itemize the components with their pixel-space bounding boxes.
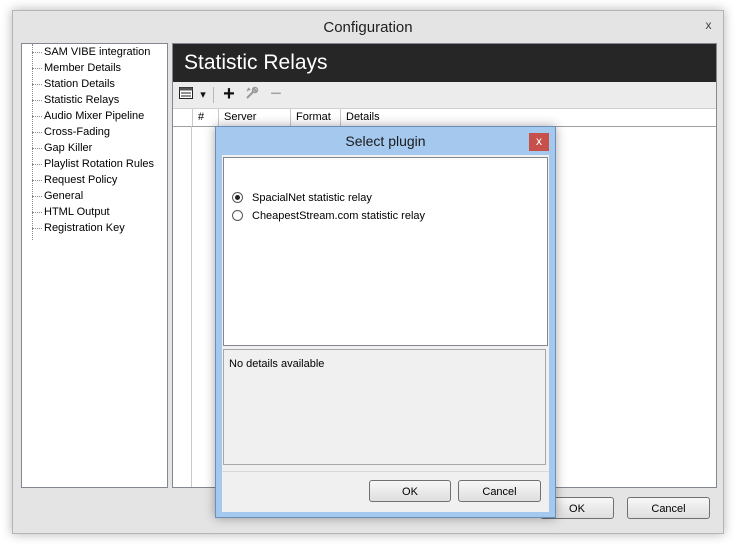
tree-item-general[interactable]: General [22, 188, 167, 204]
list-divider [191, 126, 192, 487]
tree-item-audio-mixer-pipeline[interactable]: Audio Mixer Pipeline [22, 108, 167, 124]
tree-item-html-output[interactable]: HTML Output [22, 204, 167, 220]
column-number[interactable]: # [193, 109, 219, 126]
tree-item-label: General [44, 190, 84, 202]
tree-item-registration-key[interactable]: Registration Key [22, 220, 167, 236]
dialog-ok-button[interactable]: OK [369, 480, 451, 502]
remove-relay-button[interactable]: − [267, 84, 285, 105]
tree-item-label: Audio Mixer Pipeline [44, 110, 145, 122]
dialog-footer: OK Cancel [222, 471, 549, 512]
tree-item-label: Registration Key [44, 222, 125, 234]
tree-item-statistic-relays[interactable]: Statistic Relays [22, 92, 167, 108]
column-server[interactable]: Server [219, 109, 291, 126]
tree-item-label: Gap Killer [44, 142, 93, 154]
relays-column-header: # Server Format Details [173, 109, 716, 127]
tree-item-label: SAM VIBE integration [44, 46, 151, 58]
cancel-button[interactable]: Cancel [627, 497, 710, 519]
column-details[interactable]: Details [341, 109, 716, 126]
plugin-option-label: CheapestStream.com statistic relay [252, 210, 426, 222]
dialog-title: Select plugin [345, 133, 426, 149]
tree-item-station-details[interactable]: Station Details [22, 76, 167, 92]
plugin-details: No details available [223, 349, 546, 465]
view-dropdown-button[interactable]: ▾ [197, 85, 209, 105]
dialog-close-button[interactable]: x [529, 133, 549, 151]
column-format[interactable]: Format [291, 109, 341, 126]
tree-item-label: Playlist Rotation Rules [44, 158, 155, 170]
panel-header: Statistic Relays [173, 44, 716, 82]
tree-item-playlist-rotation-rules[interactable]: Playlist Rotation Rules [22, 156, 167, 172]
tree-item-request-policy[interactable]: Request Policy [22, 172, 167, 188]
toolbar-separator [213, 87, 214, 103]
window-close-button[interactable]: x [700, 18, 717, 34]
plugin-list: SpacialNet statistic relay CheapestStrea… [223, 157, 548, 346]
tree-item-label: Station Details [44, 78, 115, 90]
tree-item-sam-vibe-integration[interactable]: SAM VIBE integration [22, 44, 167, 60]
tree-item-label: Statistic Relays [44, 94, 120, 106]
tree-item-gap-killer[interactable]: Gap Killer [22, 140, 167, 156]
title-bar[interactable]: Configuration x [13, 11, 723, 43]
details-text: No details available [229, 358, 325, 370]
window-title: Configuration [323, 19, 413, 36]
tree-item-label: Request Policy [44, 174, 118, 186]
dialog-cancel-button[interactable]: Cancel [458, 480, 541, 502]
radio-unselected[interactable] [232, 210, 243, 221]
plugin-option-label: SpacialNet statistic relay [252, 192, 372, 204]
select-plugin-dialog: Select plugin x SpacialNet statistic rel… [215, 126, 556, 518]
tree-item-label: HTML Output [44, 206, 110, 218]
settings-tree: SAM VIBE integration Member Details Stat… [21, 43, 168, 488]
relays-toolbar: ▾ + − [173, 82, 716, 109]
add-relay-button[interactable]: + [220, 84, 238, 105]
tree-item-label: Cross-Fading [44, 126, 111, 138]
dialog-body: SpacialNet statistic relay CheapestStrea… [222, 155, 549, 512]
tree-item-member-details[interactable]: Member Details [22, 60, 167, 76]
tree-item-label: Member Details [44, 62, 122, 74]
tools-icon[interactable] [243, 85, 261, 105]
radio-selected[interactable] [232, 192, 243, 203]
list-view-icon[interactable] [177, 85, 195, 105]
tree-item-cross-fading[interactable]: Cross-Fading [22, 124, 167, 140]
column-spacer [173, 109, 193, 126]
